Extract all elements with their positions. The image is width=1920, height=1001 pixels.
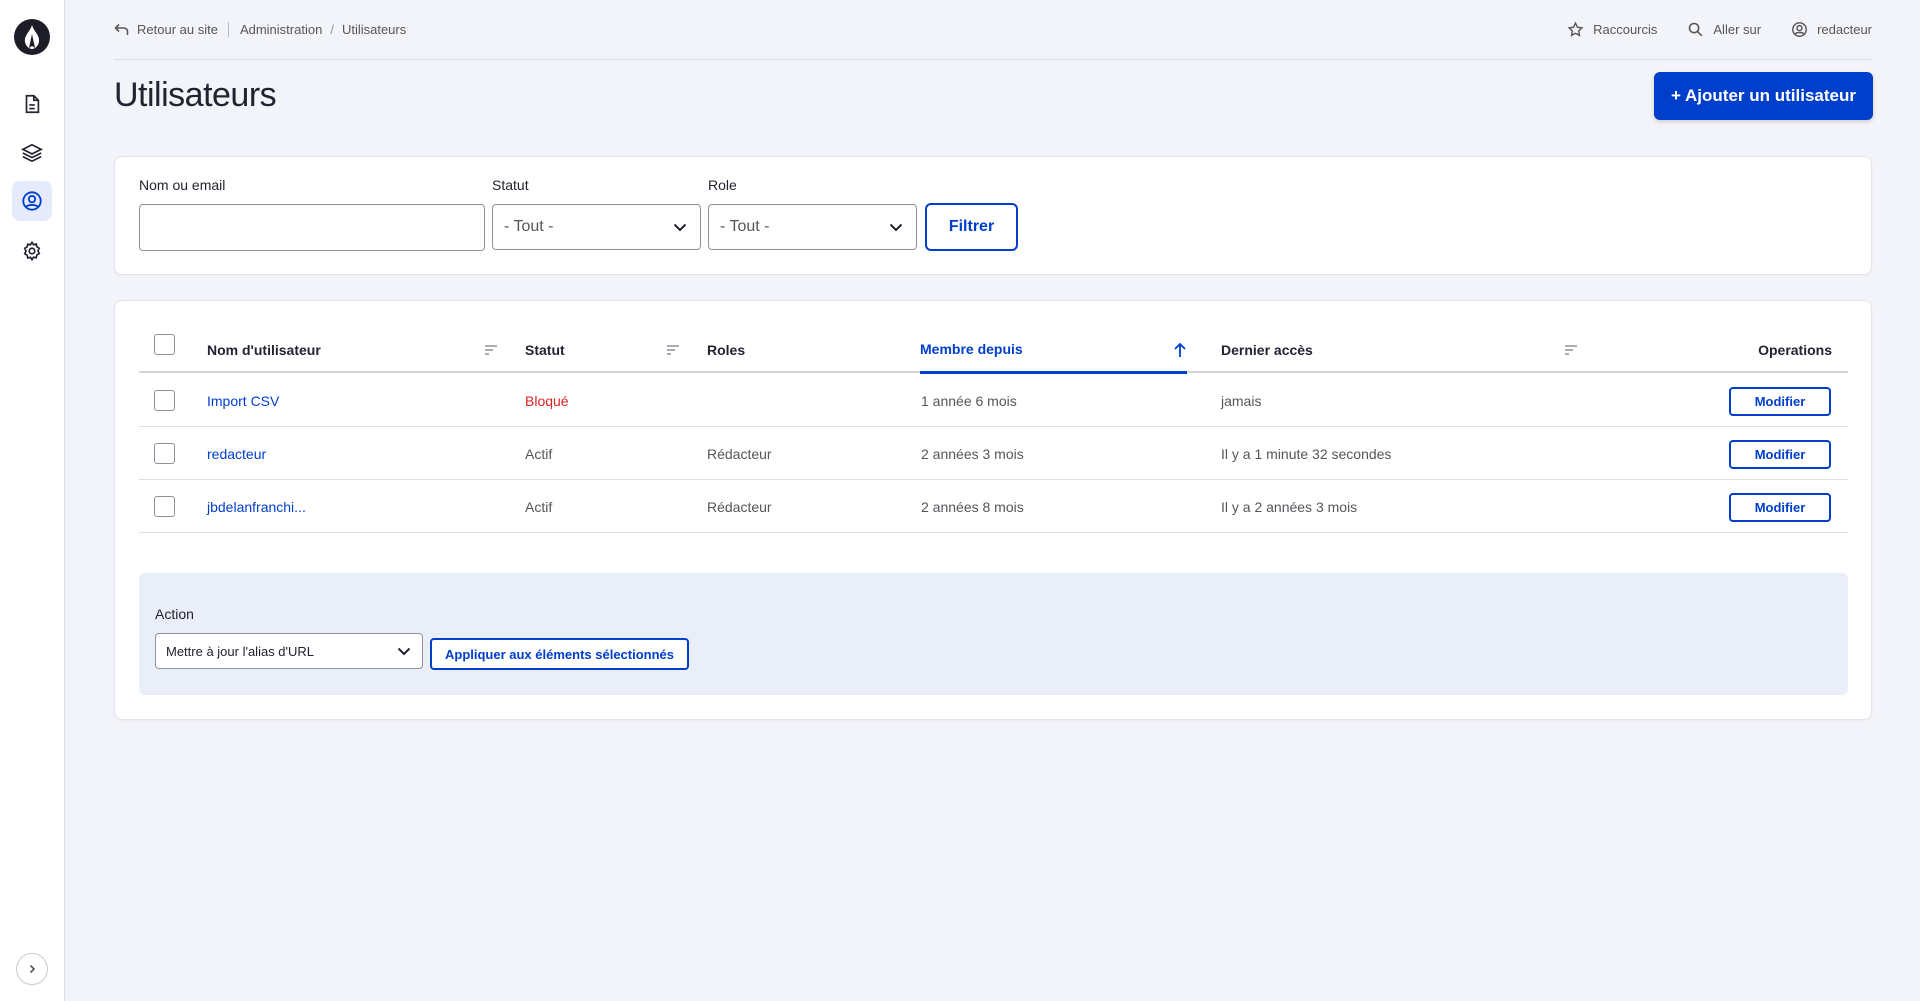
main-content: Retour au site Administration / Utilisat…	[65, 0, 1920, 1001]
sidebar-collapse-button[interactable]	[16, 953, 48, 985]
breadcrumb-separator: /	[330, 22, 334, 37]
status-filter-label: Statut	[492, 177, 529, 193]
drupal-drop-icon[interactable]	[14, 19, 50, 55]
username-link[interactable]: redacteur	[207, 427, 266, 480]
column-header-member-since-label: Membre depuis	[920, 341, 1023, 357]
select-all-checkbox[interactable]	[154, 334, 175, 355]
filter-button[interactable]: Filtrer	[925, 203, 1018, 251]
user-circle-icon	[22, 191, 42, 211]
modify-button[interactable]: Modifier	[1729, 493, 1831, 522]
sort-icon[interactable]	[484, 344, 498, 356]
name-filter-label: Nom ou email	[139, 177, 226, 193]
username-link[interactable]: Import CSV	[207, 374, 279, 427]
roles-cell: Rédacteur	[707, 498, 772, 515]
bulk-action-select[interactable]: Mettre à jour l'alias d'URL	[155, 633, 423, 669]
sidebar-item-users[interactable]	[12, 181, 52, 221]
layers-icon	[21, 143, 43, 163]
status-select-value: - Tout -	[504, 218, 554, 235]
table-row: redacteur Actif Rédacteur 2 années 3 moi…	[139, 427, 1848, 480]
column-header-status-label: Statut	[525, 342, 565, 358]
goto-label: Aller sur	[1713, 22, 1762, 37]
status-select[interactable]: - Tout -	[492, 204, 701, 250]
row-checkbox[interactable]	[154, 443, 175, 464]
last-access-cell: jamais	[1221, 392, 1262, 409]
column-header-status[interactable]: Statut	[525, 327, 565, 373]
shortcuts-label: Raccourcis	[1593, 22, 1658, 37]
status-cell: Actif	[525, 445, 553, 462]
column-header-operations-label: Operations	[1758, 342, 1832, 358]
column-header-last-access-label: Dernier accès	[1221, 342, 1313, 358]
chevron-down-icon	[397, 647, 411, 656]
table-header: Nom d'utilisateur Statut Roles Membre de…	[139, 327, 1848, 374]
member-since-cell: 2 années 3 mois	[921, 445, 1024, 462]
goto-button[interactable]: Aller sur	[1687, 21, 1761, 38]
table-row: jbdelanfranchi... Actif Rédacteur 2 anné…	[139, 480, 1848, 533]
back-to-site-label: Retour au site	[137, 22, 218, 37]
bulk-action-label: Action	[155, 606, 194, 622]
bulk-action-select-value: Mettre à jour l'alias d'URL	[166, 643, 315, 659]
member-since-cell: 2 années 8 mois	[921, 498, 1024, 515]
gear-icon	[23, 240, 41, 262]
status-cell: Bloqué	[525, 392, 569, 409]
breadcrumb: Retour au site Administration / Utilisat…	[114, 22, 406, 37]
star-icon	[1567, 21, 1584, 37]
column-header-username-label: Nom d'utilisateur	[207, 342, 321, 358]
sidebar-item-structure[interactable]	[12, 133, 52, 173]
column-header-last-access[interactable]: Dernier accès	[1221, 327, 1313, 373]
chevron-down-icon	[673, 223, 687, 232]
username-link[interactable]: jbdelanfranchi...	[207, 480, 306, 533]
chevron-right-icon	[29, 964, 36, 974]
top-bar: Retour au site Administration / Utilisat…	[114, 0, 1872, 60]
member-since-cell: 1 année 6 mois	[921, 392, 1017, 409]
sort-icon[interactable]	[1564, 344, 1578, 356]
back-arrow-icon	[114, 23, 129, 35]
role-select[interactable]: - Tout -	[708, 204, 917, 250]
role-filter-label: Role	[708, 177, 737, 193]
table-row: Import CSV Bloqué 1 année 6 mois jamais …	[139, 374, 1848, 427]
modify-button[interactable]: Modifier	[1729, 440, 1831, 469]
shortcuts-button[interactable]: Raccourcis	[1567, 21, 1657, 38]
column-header-username[interactable]: Nom d'utilisateur	[207, 327, 321, 373]
users-table-panel: Nom d'utilisateur Statut Roles Membre de…	[114, 300, 1872, 720]
status-cell: Actif	[525, 498, 553, 515]
sidebar-item-content[interactable]	[12, 84, 52, 124]
apply-to-selected-button[interactable]: Appliquer aux éléments sélectionnés	[430, 638, 689, 670]
row-checkbox[interactable]	[154, 390, 175, 411]
add-user-button[interactable]: + Ajouter un utilisateur	[1654, 72, 1873, 120]
page-title: Utilisateurs	[114, 76, 277, 114]
search-icon	[1689, 22, 1703, 37]
column-header-operations: Operations	[1758, 327, 1832, 373]
name-email-input[interactable]	[139, 204, 485, 251]
bulk-action-panel: Action Mettre à jour l'alias d'URL Appli…	[139, 573, 1848, 695]
last-access-cell: Il y a 2 années 3 mois	[1221, 498, 1358, 515]
modify-button[interactable]: Modifier	[1729, 387, 1831, 416]
sidebar	[0, 0, 65, 1001]
file-icon	[25, 94, 40, 114]
column-header-member-since[interactable]: Membre depuis	[920, 327, 1187, 374]
user-circle-icon	[1792, 22, 1808, 37]
sort-icon[interactable]	[666, 344, 680, 356]
filter-panel: Nom ou email Statut - Tout - Role - Tout…	[114, 156, 1872, 275]
sort-ascending-icon	[1174, 342, 1186, 357]
last-access-cell: Il y a 1 minute 32 secondes	[1221, 445, 1392, 462]
role-select-value: - Tout -	[720, 218, 770, 235]
back-to-site-link[interactable]: Retour au site	[114, 22, 229, 37]
sidebar-item-configuration[interactable]	[12, 231, 52, 271]
column-header-roles: Roles	[707, 327, 745, 373]
row-checkbox[interactable]	[154, 496, 175, 517]
roles-cell: Rédacteur	[707, 445, 772, 462]
breadcrumb-users[interactable]: Utilisateurs	[342, 22, 406, 37]
breadcrumb-administration[interactable]: Administration	[240, 22, 322, 37]
user-menu-button[interactable]: redacteur	[1791, 21, 1872, 38]
column-header-roles-label: Roles	[707, 342, 746, 358]
chevron-down-icon	[889, 223, 903, 232]
user-menu-label: redacteur	[1817, 22, 1872, 37]
